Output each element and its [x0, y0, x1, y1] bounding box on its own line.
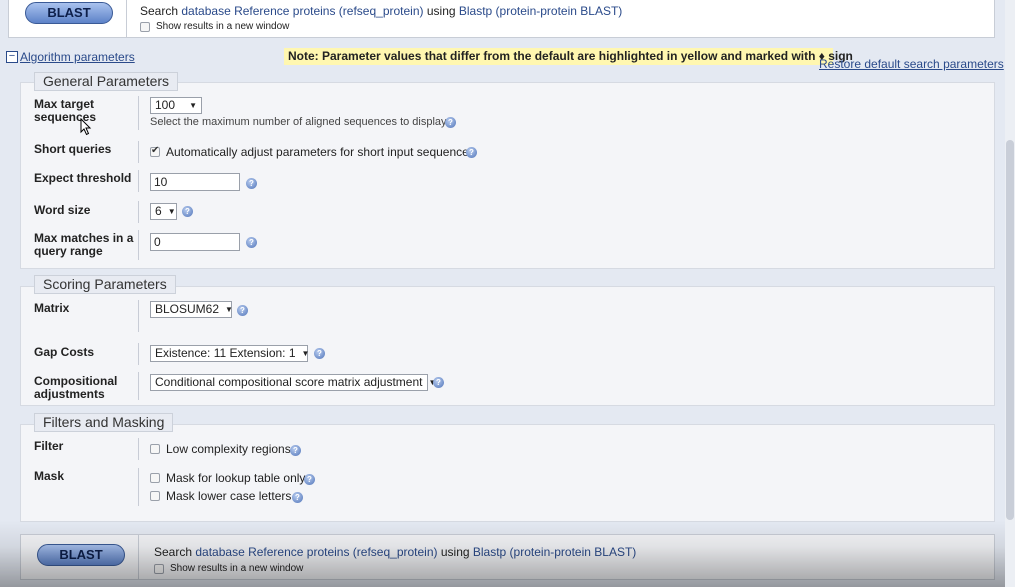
restore-defaults-link[interactable]: Restore default search parameters	[819, 57, 1004, 71]
help-icon[interactable]: ?	[445, 117, 456, 128]
short-queries-checkbox[interactable]	[150, 145, 160, 157]
help-icon[interactable]: ?	[290, 445, 301, 456]
row-divider	[138, 141, 139, 163]
dropdown-arrow-icon: ▼	[189, 101, 197, 110]
algorithm-parameters-link[interactable]: Algorithm parameters	[20, 50, 135, 64]
expect-threshold-label: Expect threshold	[34, 171, 132, 185]
short-queries-label: Short queries	[34, 142, 112, 156]
new-window-option[interactable]: Show results in a new window	[140, 21, 289, 32]
filters-masking-legend: Filters and Masking	[34, 413, 174, 432]
help-icon[interactable]: ?	[292, 492, 303, 503]
top-search-bar: BLAST Search database Reference proteins…	[8, 0, 995, 38]
row-divider	[138, 300, 139, 332]
scoring-parameters-legend: Scoring Parameters	[34, 275, 176, 294]
database-link[interactable]: database Reference proteins (refseq_prot…	[195, 545, 437, 559]
row-divider	[138, 343, 139, 365]
dropdown-arrow-icon: ▼	[301, 349, 310, 358]
blast-button[interactable]: BLAST	[25, 2, 113, 24]
divider	[138, 535, 139, 579]
row-divider	[138, 201, 139, 223]
help-icon[interactable]: ?	[433, 377, 444, 388]
blast-button-bottom[interactable]: BLAST	[37, 544, 125, 566]
max-matches-label: Max matches in a query range	[34, 231, 134, 258]
gap-costs-select[interactable]: Existence: 11 Extension: 1 ▼	[150, 345, 310, 362]
short-queries-option[interactable]: Automatically adjust parameters for shor…	[150, 145, 475, 159]
mask-lower-option[interactable]: Mask lower case letters	[150, 489, 291, 503]
low-complexity-checkbox[interactable]	[150, 444, 160, 454]
new-window-checkbox[interactable]	[140, 21, 150, 32]
search-summary-bottom: Search database Reference proteins (refs…	[154, 545, 637, 559]
filter-label: Filter	[34, 439, 64, 453]
algorithm-parameters-toggle[interactable]: − Algorithm parameters	[6, 50, 135, 64]
max-target-select[interactable]: 100 ▼	[150, 97, 202, 114]
mask-lower-checkbox[interactable]	[150, 491, 160, 501]
row-divider	[138, 96, 139, 130]
new-window-label: Show results in a new window	[156, 21, 290, 32]
low-complexity-option[interactable]: Low complexity regions	[150, 442, 291, 456]
help-icon[interactable]: ?	[304, 474, 315, 485]
scrollbar-thumb[interactable]	[1006, 140, 1014, 520]
help-icon[interactable]: ?	[182, 206, 193, 217]
dropdown-arrow-icon: ▼	[225, 305, 233, 314]
scrollbar[interactable]	[1005, 0, 1015, 587]
new-window-checkbox[interactable]	[154, 563, 164, 574]
help-icon[interactable]: ?	[466, 147, 477, 158]
help-icon[interactable]: ?	[314, 348, 325, 359]
mask-lookup-option[interactable]: Mask for lookup table only	[150, 471, 305, 485]
database-link[interactable]: database Reference proteins (refseq_prot…	[181, 4, 423, 18]
max-target-hint: Select the maximum number of aligned seq…	[150, 116, 447, 128]
gap-costs-label: Gap Costs	[34, 345, 95, 359]
row-divider	[138, 468, 139, 506]
mask-label: Mask	[34, 469, 65, 483]
compositional-label: Compositional adjustments	[34, 374, 118, 401]
general-parameters-legend: General Parameters	[34, 72, 179, 91]
divider	[126, 0, 127, 37]
program-link[interactable]: Blastp (protein-protein BLAST)	[459, 4, 622, 18]
row-divider	[138, 230, 139, 260]
bottom-search-bar: BLAST Search database Reference proteins…	[20, 534, 995, 580]
collapse-icon[interactable]: −	[6, 51, 18, 63]
program-link[interactable]: Blastp (protein-protein BLAST)	[473, 545, 636, 559]
dropdown-arrow-icon: ▼	[167, 207, 176, 216]
word-size-label: Word size	[34, 203, 91, 217]
word-size-select[interactable]: 6 ▼	[150, 203, 177, 220]
new-window-option-bottom[interactable]: Show results in a new window	[154, 563, 303, 574]
row-divider	[138, 170, 139, 192]
search-summary: Search database Reference proteins (refs…	[140, 4, 623, 18]
help-icon[interactable]: ?	[246, 237, 257, 248]
expect-threshold-input[interactable]: 10	[150, 173, 240, 191]
mask-lookup-checkbox[interactable]	[150, 473, 160, 483]
help-icon[interactable]: ?	[246, 178, 257, 189]
default-values-note: Note: Parameter values that differ from …	[284, 48, 853, 65]
row-divider	[138, 438, 139, 460]
help-icon[interactable]: ?	[237, 305, 248, 316]
row-divider	[138, 372, 139, 400]
max-matches-input[interactable]: 0	[150, 233, 240, 251]
mouse-cursor-icon	[80, 118, 92, 136]
compositional-select[interactable]: Conditional compositional score matrix a…	[150, 374, 436, 391]
matrix-label: Matrix	[34, 301, 70, 315]
matrix-select[interactable]: BLOSUM62 ▼	[150, 301, 233, 318]
